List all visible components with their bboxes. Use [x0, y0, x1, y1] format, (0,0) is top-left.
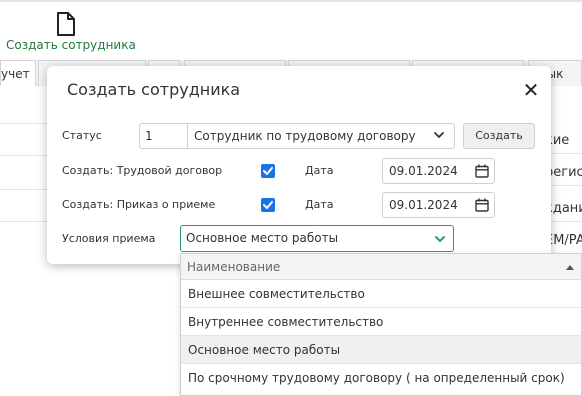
modal-title: Создать сотрудника [67, 80, 241, 99]
toolbar: Создать сотрудника [0, 2, 582, 58]
order-date-label: Дата [305, 198, 334, 211]
calendar-icon[interactable] [475, 198, 489, 212]
dropdown-header-label: Наименование [187, 260, 281, 274]
contract-date-field[interactable]: 09.01.2024 [382, 158, 495, 184]
contract-date-label: Дата [305, 164, 334, 177]
dropdown-option[interactable]: По срочному трудовому договору ( на опре… [181, 364, 581, 392]
order-date-value: 09.01.2024 [389, 198, 458, 212]
dropdown-option[interactable]: Внутреннее совместительство [181, 308, 581, 336]
hiring-order-checkbox[interactable] [261, 198, 275, 212]
dropdown-option-selected[interactable]: Основное место работы [181, 336, 581, 364]
document-icon [57, 12, 75, 36]
status-select[interactable]: 1 Сотрудник по трудовому договору [139, 123, 455, 149]
contract-date-value: 09.01.2024 [389, 164, 458, 178]
labor-contract-checkbox[interactable] [261, 164, 275, 178]
conditions-select[interactable]: Основное место работы [180, 225, 454, 252]
status-value: Сотрудник по трудовому договору [194, 129, 416, 143]
create-employee-toolbar-label: Создать сотрудника [6, 38, 136, 52]
checkmark-icon [263, 167, 273, 175]
dropdown-option[interactable]: Внешнее совместительство [181, 280, 581, 308]
dropdown-header[interactable]: Наименование [181, 254, 581, 280]
create-employee-modal: Создать сотрудника ✕ Статус 1 Сотрудник … [47, 66, 551, 264]
create-employee-toolbar-button[interactable]: Создать сотрудника [6, 8, 136, 54]
background-tab[interactable]: учет [0, 60, 36, 86]
create-button[interactable]: Создать [463, 123, 535, 149]
labor-contract-label: Создать: Трудовой договор [62, 164, 223, 177]
status-number-field[interactable]: 1 [140, 124, 188, 148]
conditions-dropdown-list: Наименование Внешнее совместительство Вн… [180, 253, 582, 396]
hiring-order-label: Создать: Приказ о приеме [62, 198, 216, 211]
calendar-icon[interactable] [475, 164, 489, 178]
close-icon[interactable]: ✕ [521, 80, 541, 100]
sort-up-icon[interactable] [565, 263, 575, 271]
conditions-value: Основное место работы [186, 231, 339, 245]
status-label: Статус [62, 129, 102, 142]
conditions-label: Условия приема [62, 232, 156, 245]
chevron-down-icon[interactable] [432, 128, 446, 142]
order-date-field[interactable]: 09.01.2024 [382, 192, 495, 218]
chevron-down-icon[interactable] [433, 232, 447, 246]
checkmark-icon [263, 201, 273, 209]
